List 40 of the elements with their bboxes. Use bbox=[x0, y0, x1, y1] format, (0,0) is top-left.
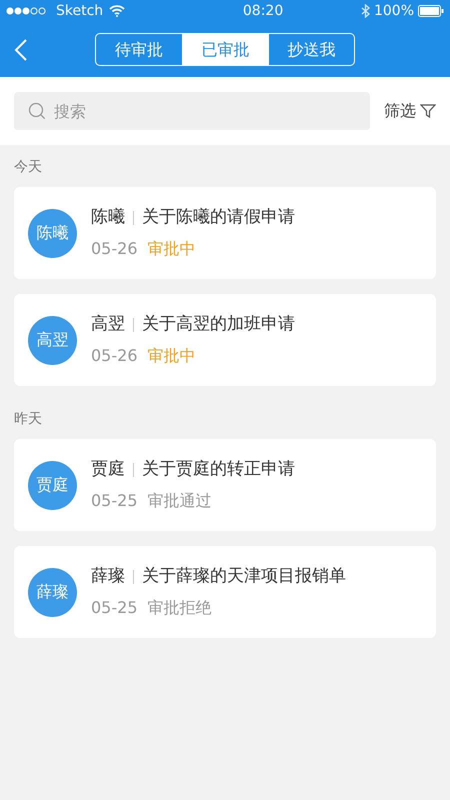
section-header: 今天 bbox=[14, 159, 42, 175]
request-date: 05-26 bbox=[91, 344, 138, 367]
search-icon bbox=[28, 102, 46, 120]
status-text: 审批通过 bbox=[148, 490, 212, 512]
approval-card[interactable]: 薛璨 薛璨 关于薛璨的天津项目报销单 05-25 审批拒绝 bbox=[14, 546, 436, 638]
request-date: 05-26 bbox=[91, 238, 138, 260]
filter-button[interactable]: 筛选 bbox=[384, 99, 436, 123]
applicant-name: 贾庭 bbox=[91, 458, 125, 482]
request-title: 关于高翌的加班申请 bbox=[142, 313, 295, 336]
avatar: 贾庭 bbox=[28, 460, 77, 510]
request-title: 关于薛璨的天津项目报销单 bbox=[142, 565, 346, 588]
filter-icon bbox=[420, 103, 436, 119]
approval-card[interactable]: 贾庭 贾庭 关于贾庭的转正申请 05-25 审批通过 bbox=[14, 439, 436, 531]
avatar: 陈曦 bbox=[28, 208, 77, 258]
bluetooth-icon bbox=[360, 4, 370, 18]
request-date: 05-25 bbox=[91, 596, 138, 619]
avatar: 高翌 bbox=[28, 316, 77, 364]
status-text: 审批中 bbox=[148, 238, 196, 260]
applicant-name: 薛璨 bbox=[91, 565, 125, 588]
status-time: 08:20 bbox=[242, 2, 284, 20]
back-icon[interactable] bbox=[14, 38, 28, 62]
avatar: 薛璨 bbox=[28, 568, 77, 616]
status-text: 审批拒绝 bbox=[148, 596, 212, 619]
applicant-name: 陈曦 bbox=[91, 206, 125, 230]
battery-percent: 100% bbox=[374, 2, 414, 20]
battery-icon bbox=[418, 5, 444, 17]
approval-card[interactable]: 陈曦 陈曦 关于陈曦的请假申请 05-26 审批中 bbox=[14, 187, 436, 279]
tab[interactable]: 已审批 bbox=[182, 34, 268, 65]
approval-card[interactable]: 高翌 高翌 关于高翌的加班申请 05-26 审批中 bbox=[14, 294, 436, 386]
tab[interactable]: 待审批 bbox=[96, 34, 182, 65]
request-title: 关于陈曦的请假申请 bbox=[142, 206, 295, 230]
request-title: 关于贾庭的转正申请 bbox=[142, 458, 295, 482]
search-field[interactable]: 搜索 bbox=[14, 92, 370, 130]
status-text: 审批中 bbox=[148, 344, 196, 367]
wifi-icon bbox=[109, 5, 126, 17]
carrier-name: Sketch bbox=[56, 2, 104, 20]
request-date: 05-25 bbox=[91, 490, 138, 512]
applicant-name: 高翌 bbox=[91, 313, 125, 336]
tab[interactable]: 抄送我 bbox=[268, 34, 354, 65]
section-header: 昨天 bbox=[14, 411, 42, 427]
